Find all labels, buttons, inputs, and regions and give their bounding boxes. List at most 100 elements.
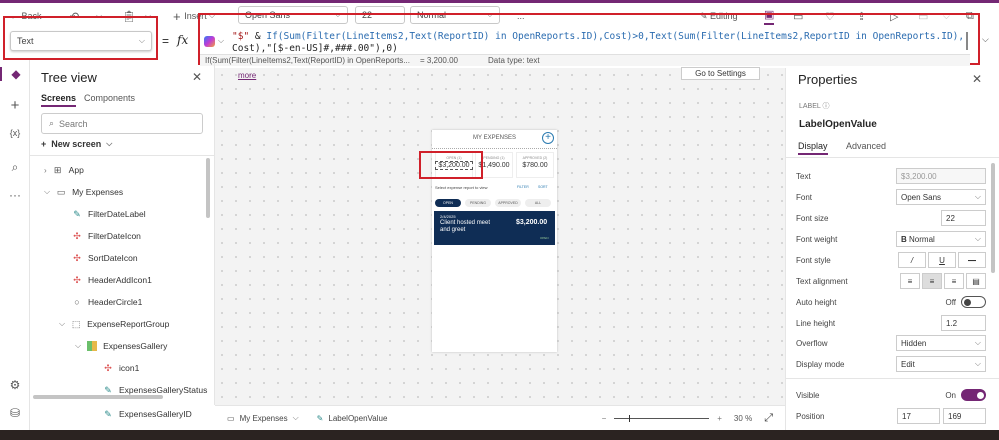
plus-icon: +	[173, 8, 185, 24]
property-dropdown[interactable]: Text ⌵	[10, 31, 152, 51]
group-icon: ⬚	[71, 319, 81, 329]
prop-auto-height: Auto height Off	[796, 293, 986, 311]
font-select[interactable]: Open Sans ⌵	[896, 189, 986, 205]
tree-item[interactable]: ✎ ExpensesGalleryID	[103, 405, 192, 423]
expand-formula-chevron-icon[interactable]: ⌵	[982, 34, 989, 45]
card-date: 2/4/2025	[440, 214, 456, 219]
tree-item[interactable]: ✣ HeaderAddIcon1	[72, 271, 152, 289]
prop-line-height: Line height 1.2	[796, 314, 986, 332]
text-value-input[interactable]: $3,200.00	[896, 168, 986, 184]
icon-control-icon: ✣	[73, 275, 81, 285]
help-icon[interactable]: ⓘ	[823, 103, 830, 110]
fx-icon: fx	[177, 33, 189, 47]
prop-font-size: Font size 22	[796, 209, 986, 227]
zoom-in-button[interactable]: +	[717, 414, 722, 423]
tab-all[interactable]: ALL	[525, 199, 551, 207]
variables-icon[interactable]: {x}	[0, 128, 30, 138]
control-type: LABEL ⓘ	[799, 103, 830, 110]
overflow-select[interactable]: Hidden ⌵	[896, 335, 986, 351]
formula-scrollbar[interactable]	[966, 32, 968, 50]
tree-item-group[interactable]: ⌵ ⬚ ExpenseReportGroup	[59, 315, 169, 333]
tree-item-my-expenses[interactable]: ⌵ ▭ My Expenses	[44, 183, 123, 201]
tab-advanced[interactable]: Advanced	[846, 141, 886, 151]
sort-button[interactable]: SORT	[538, 185, 548, 189]
close-properties-icon[interactable]: ✕	[972, 72, 982, 86]
select-report-text: Select expense report to view	[435, 185, 488, 190]
tree-item[interactable]: ○ HeaderCircle1	[72, 293, 142, 311]
tree-view-icon[interactable]: ◆	[0, 67, 30, 81]
tree-search-input[interactable]: ⌕ Search	[41, 113, 203, 134]
tree-item[interactable]: ✣ SortDateIcon	[72, 249, 137, 267]
new-screen-button[interactable]: + New screen ⌵	[41, 139, 112, 149]
tree-item[interactable]: ✣ FilterDateIcon	[72, 227, 141, 245]
label-icon: ✎	[104, 409, 112, 419]
position-x-field[interactable]: 17	[897, 408, 940, 424]
align-justify-icon[interactable]: ▤	[966, 273, 986, 289]
gallery-icon	[87, 341, 98, 351]
tab-display[interactable]: Display	[798, 141, 828, 155]
zoom-slider-thumb[interactable]	[628, 414, 630, 422]
approved-value: $780.00	[522, 162, 548, 169]
more-link[interactable]: more	[238, 71, 256, 80]
properties-panel: Properties ✕ LABEL ⓘ LabelOpenValue Disp…	[785, 68, 999, 430]
icon-control-icon: ✣	[104, 363, 112, 373]
tree-item-gallery[interactable]: ⌵ ExpensesGallery	[75, 337, 167, 355]
tab-screens[interactable]: Screens	[41, 93, 77, 107]
font-size-field[interactable]: 22	[941, 210, 986, 226]
control-breadcrumb[interactable]: ✎ LabelOpenValue	[317, 414, 388, 423]
visible-toggle[interactable]	[961, 389, 986, 401]
formula-input[interactable]: "$" & If(Sum(Filter(LineItems2,Text(Repo…	[232, 31, 964, 54]
insert-icon[interactable]: +	[0, 97, 30, 114]
expense-card[interactable]: 2/4/2025 Client hosted meet and greet $3…	[434, 211, 555, 245]
display-mode-select[interactable]: Edit ⌵	[896, 356, 986, 372]
properties-title: Properties	[798, 72, 858, 87]
icon-control-icon: ✣	[73, 253, 81, 263]
tab-open[interactable]: OPEN	[435, 199, 461, 207]
tree-item[interactable]: ✎ FilterDateLabel	[72, 205, 145, 223]
tab-approved[interactable]: APPROVED	[495, 199, 521, 207]
close-tree-icon[interactable]: ✕	[192, 70, 202, 84]
approved-summary-card[interactable]: APPROVED (2) $780.00	[516, 152, 554, 178]
tree-scrollbar[interactable]	[206, 158, 210, 218]
selected-label-highlight	[419, 151, 483, 179]
tree-item-app[interactable]: › ⊞ App	[44, 161, 84, 179]
search-icon[interactable]: ⌕	[0, 160, 30, 175]
tree-item[interactable]: ✎ ExpensesGalleryStatus	[103, 381, 207, 399]
line-height-field[interactable]: 1.2	[941, 315, 986, 331]
settings-icon[interactable]: ⚙	[0, 378, 30, 392]
align-center-icon[interactable]: ≡	[922, 273, 942, 289]
copilot-icon	[204, 35, 215, 47]
italic-button[interactable]: /	[898, 252, 926, 268]
zoom-out-button[interactable]: −	[602, 414, 607, 423]
plus-icon: +	[41, 139, 47, 149]
header-add-icon[interactable]: +	[542, 132, 554, 144]
zoom-slider[interactable]	[614, 414, 710, 422]
tab-components[interactable]: Components	[84, 93, 135, 103]
copilot-button[interactable]: ⌵	[204, 34, 232, 48]
properties-scrollbar[interactable]	[991, 163, 995, 273]
app-icon: ⊞	[53, 165, 62, 175]
account-icon[interactable]: ⛁	[0, 406, 30, 420]
position-y-field[interactable]: 169	[943, 408, 986, 424]
go-to-settings-button[interactable]: Go to Settings	[681, 67, 760, 80]
fit-to-window-icon[interactable]: ⤢	[764, 412, 773, 425]
card-amount: $3,200.00	[516, 219, 548, 226]
auto-height-toggle[interactable]	[961, 296, 986, 308]
tab-pending[interactable]: PENDING	[465, 199, 491, 207]
underline-button[interactable]: U	[928, 252, 956, 268]
prop-position: Position 17 169	[796, 407, 986, 425]
card-title: Client hosted meet and greet	[440, 220, 491, 233]
prop-text-alignment: Text alignment ≡ ≡ ≡ ▤	[796, 272, 986, 290]
more-icon[interactable]: ···	[0, 188, 30, 202]
strikethrough-button[interactable]: —	[958, 252, 986, 268]
filter-button[interactable]: FILTER	[517, 185, 529, 189]
align-left-icon[interactable]: ≡	[900, 273, 920, 289]
font-weight-select[interactable]: B Normal ⌵	[896, 231, 986, 247]
search-icon: ⌕	[49, 118, 55, 128]
tree-view-panel: Tree view ✕ Screens Components ⌕ Search +…	[30, 60, 215, 419]
tree-item[interactable]: ✣ icon1	[103, 359, 139, 377]
screen-breadcrumb[interactable]: ▭ My Expenses ⌵	[227, 413, 299, 423]
icon-control-icon: ✣	[73, 231, 81, 241]
prop-font: Font Open Sans ⌵	[796, 188, 986, 206]
align-right-icon[interactable]: ≡	[944, 273, 964, 289]
